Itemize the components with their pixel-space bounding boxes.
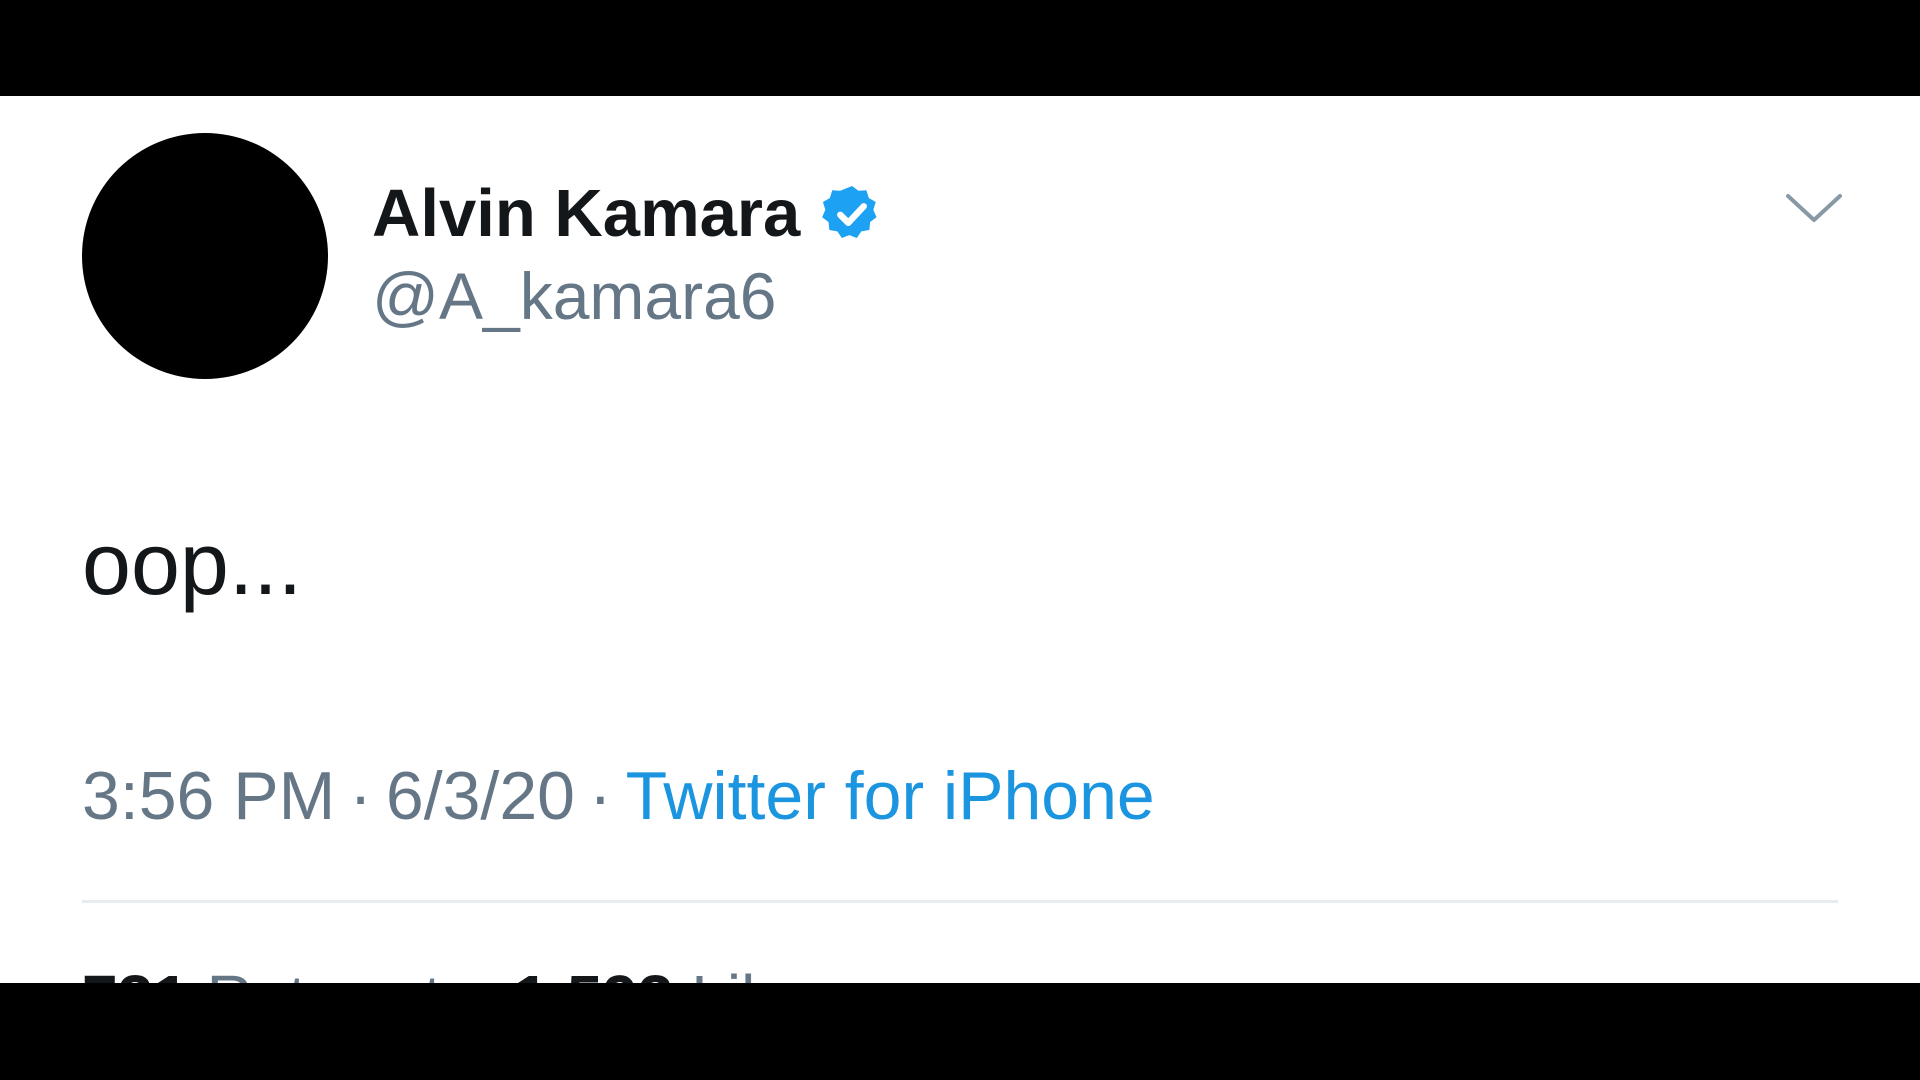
likes-label: Likes [691,962,840,983]
tweet-card: Alvin Kamara @A_kamara6 oop... 3:56 PM · 6… [0,96,1920,983]
retweets-label: Retweets [207,962,474,983]
likes-count: 1,593 [513,962,673,983]
verified-badge-icon [820,182,884,246]
meta-separator: · [349,758,372,834]
letterbox-top [0,0,1920,96]
tweet-meta: 3:56 PM · 6/3/20 · Twitter for iPhone [82,756,1155,836]
chevron-down-icon[interactable] [1784,188,1844,228]
tweet-stats: 731 Retweets 1,593 Likes [82,958,841,983]
tweet-date[interactable]: 6/3/20 [386,758,575,834]
divider [82,900,1838,903]
retweets-stat[interactable]: 731 Retweets [82,962,473,983]
likes-stat[interactable]: 1,593 Likes [513,962,840,983]
retweets-count: 731 [82,962,189,983]
tweet-time[interactable]: 3:56 PM [82,758,335,834]
tweet-text: oop... [82,514,303,613]
avatar[interactable] [82,133,328,379]
meta-separator: · [588,758,612,834]
letterbox-bottom [0,983,1920,1080]
tweet-source-link[interactable]: Twitter for iPhone [626,758,1155,834]
author-handle[interactable]: @A_kamara6 [372,256,777,336]
author-name-row: Alvin Kamara [372,174,884,254]
display-name[interactable]: Alvin Kamara [372,174,800,254]
